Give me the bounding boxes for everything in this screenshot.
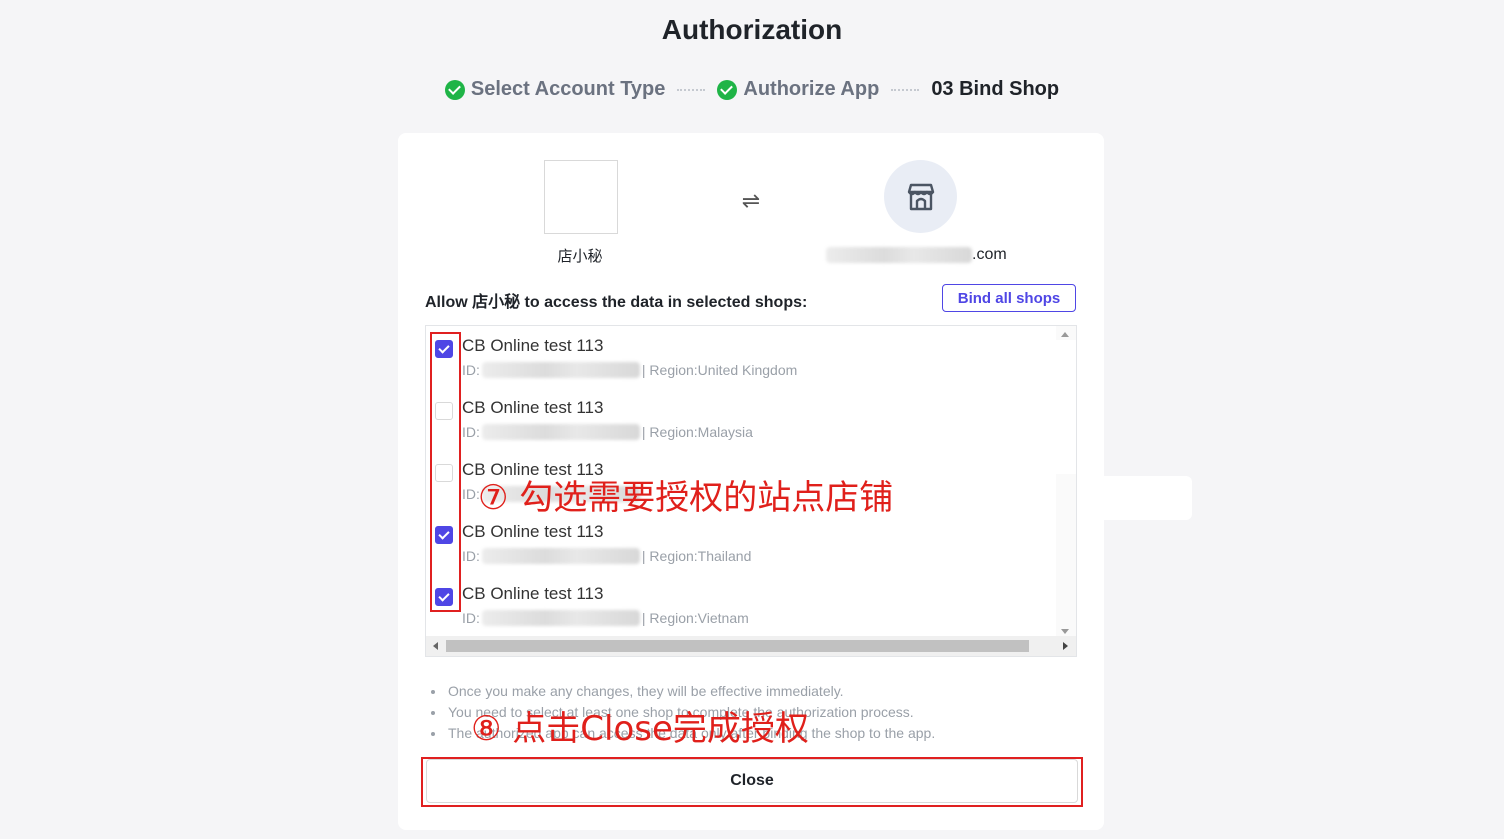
region-prefix: | Region: (641, 610, 698, 626)
redacted-text (826, 247, 972, 263)
shop-meta: ID: | Region: United Kingdom (462, 362, 797, 378)
shop-name: CB Online test 113 (462, 460, 604, 479)
shop-region: United Kingdom (697, 362, 798, 378)
shop-meta: ID: | Region: Vietnam (462, 610, 749, 626)
shop-id-label: ID: (462, 610, 480, 626)
scroll-left-icon[interactable] (433, 642, 438, 650)
vertical-scrollbar[interactable] (1056, 326, 1076, 638)
close-button[interactable]: Close (426, 759, 1078, 803)
shop-name: CB Online test 113 (462, 336, 604, 355)
shop-checkbox[interactable] (435, 340, 453, 358)
annotation-select-shops: ⑦ 勾选需要授权的站点店铺 (478, 478, 894, 518)
bind-all-shops-button[interactable]: Bind all shops (942, 284, 1076, 312)
shop-item[interactable]: CB Online test 113 ID: | Region: Thailan… (426, 512, 1054, 574)
step-label: Select Account Type (470, 78, 666, 100)
scrollbar-thumb[interactable] (1056, 340, 1076, 474)
scrollbar-thumb[interactable] (446, 640, 1029, 652)
redacted-shop-id (481, 362, 640, 378)
shop-region: Thailand (697, 548, 752, 564)
shop-name: CB Online test 113 (462, 398, 604, 417)
shop-id-label: ID: (462, 362, 480, 378)
allow-access-text: Allow 店小秘 to access the data in selected… (425, 294, 808, 311)
region-prefix: | Region: (641, 548, 698, 564)
step-select-account-type: Select Account Type (444, 78, 666, 101)
shop-region: Malaysia (697, 424, 753, 440)
shop-item[interactable]: CB Online test 113 ID: | Region: United … (426, 326, 1054, 388)
shop-checkbox[interactable] (435, 588, 453, 606)
shop-name: CB Online test 113 (462, 522, 604, 541)
step-authorize-app: Authorize App (717, 78, 879, 101)
scroll-right-icon[interactable] (1063, 642, 1068, 650)
shop-item[interactable]: CB Online test 113 ID: | Region: Malaysi… (426, 388, 1054, 450)
shop-checkbox[interactable] (435, 464, 453, 482)
app-logo (544, 160, 618, 234)
scroll-up-icon[interactable] (1061, 332, 1069, 337)
redacted-shop-id (481, 548, 640, 564)
swap-arrows-icon: ⇌ (741, 188, 761, 213)
check-circle-icon (717, 79, 738, 100)
scroll-down-icon[interactable] (1061, 629, 1069, 634)
shop-id-label: ID: (462, 424, 480, 440)
app-name: 店小秘 (557, 248, 603, 265)
page-title: Authorization (661, 14, 843, 45)
step-label: Authorize App (743, 78, 880, 100)
shop-name: CB Online test 113 (462, 584, 604, 603)
region-prefix: | Region: (641, 424, 698, 440)
annotation-backdrop (1104, 476, 1192, 520)
steps-indicator: Select Account Type Authorize App 03 Bin… (0, 78, 1504, 101)
step-connector (891, 88, 920, 91)
domain-suffix: .com (972, 246, 1007, 263)
shop-checkbox[interactable] (435, 526, 453, 544)
annotation-click-close: ⑧ 点击Close完成授权 (471, 709, 809, 749)
platform-avatar (884, 160, 957, 233)
redacted-shop-id (481, 610, 640, 626)
shop-meta: ID: | Region: Thailand (462, 548, 751, 564)
note-item: Once you make any changes, they will be … (426, 681, 935, 702)
platform-account-domain: .com (826, 243, 1007, 267)
check-circle-icon (444, 79, 465, 100)
step-connector (677, 88, 706, 91)
shop-meta: ID: | Region: Malaysia (462, 424, 753, 440)
horizontal-scrollbar[interactable] (426, 636, 1076, 656)
shop-id-label: ID: (462, 548, 480, 564)
shop-checkbox[interactable] (435, 402, 453, 420)
region-prefix: | Region: (641, 362, 698, 378)
step-label: 03 Bind Shop (931, 78, 1060, 100)
step-bind-shop: 03 Bind Shop (931, 78, 1059, 101)
store-icon (907, 183, 934, 210)
shop-region: Vietnam (697, 610, 749, 626)
redacted-shop-id (481, 424, 640, 440)
shop-item[interactable]: CB Online test 113 ID: | Region: Vietnam (426, 574, 1054, 636)
